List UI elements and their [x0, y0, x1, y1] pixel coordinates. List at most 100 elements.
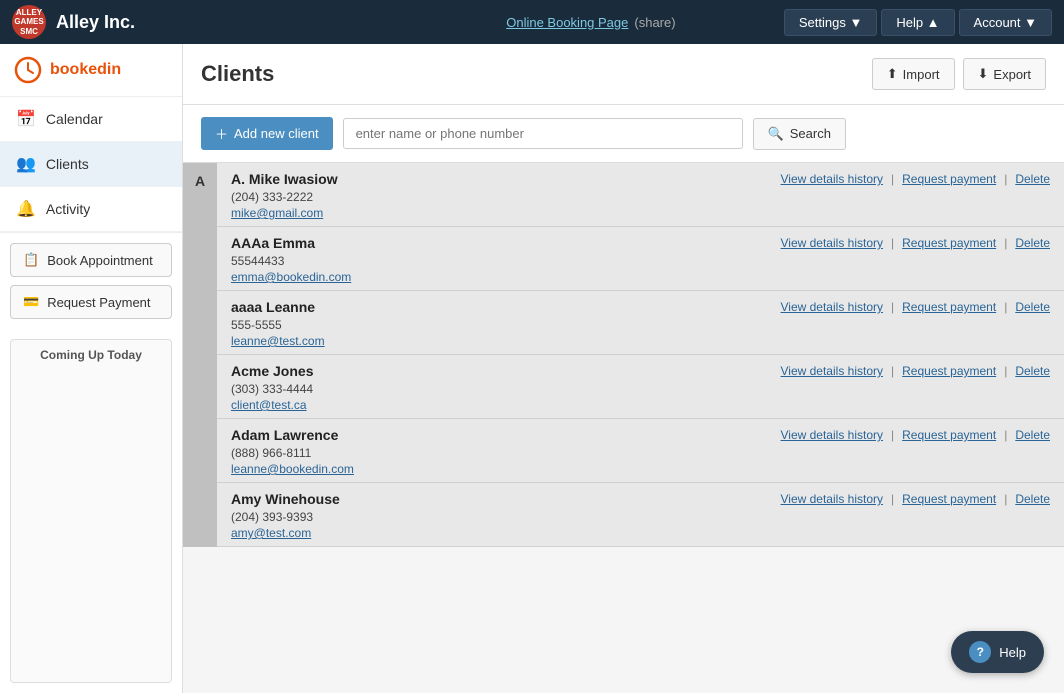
add-client-button[interactable]: ＋ Add new client [201, 117, 333, 150]
client-email[interactable]: emma@bookedin.com [231, 270, 1050, 284]
client-name: A. Mike Iwasiow [231, 171, 338, 187]
sidebar-item-clients[interactable]: 👥 Clients [0, 142, 182, 187]
delete-client-link[interactable]: Delete [1015, 300, 1050, 314]
separator: | [1004, 236, 1007, 250]
request-payment-link[interactable]: Request payment [902, 300, 996, 314]
sidebar-item-label-calendar: Calendar [46, 111, 103, 127]
table-row: A. Mike Iwasiow View details history | R… [217, 163, 1064, 227]
import-button[interactable]: ⬆ Import [872, 58, 955, 90]
main-layout: bookedin 📅 Calendar 👥 Clients 🔔 Activity… [0, 44, 1064, 693]
help-circle-icon: ? [969, 641, 991, 663]
separator: | [1004, 428, 1007, 442]
section-letter: A [183, 163, 217, 547]
search-label: Search [790, 126, 831, 141]
sidebar-nav: 📅 Calendar 👥 Clients 🔔 Activity [0, 97, 182, 232]
client-actions: View details history | Request payment |… [781, 364, 1051, 378]
delete-client-link[interactable]: Delete [1015, 364, 1050, 378]
client-actions: View details history | Request payment |… [781, 428, 1051, 442]
header-actions: ⬆ Import ⬇ Export [872, 58, 1046, 90]
export-icon: ⬇ [978, 66, 989, 82]
delete-client-link[interactable]: Delete [1015, 172, 1050, 186]
view-details-link[interactable]: View details history [781, 236, 884, 250]
account-button[interactable]: Account ▼ [959, 9, 1052, 36]
request-payment-link[interactable]: Request payment [902, 172, 996, 186]
search-bar: ＋ Add new client 🔍 Search [183, 105, 1064, 163]
help-button[interactable]: Help ▲ [881, 9, 954, 36]
client-actions: View details history | Request payment |… [781, 492, 1051, 506]
help-float-label: Help [999, 645, 1026, 660]
client-list: A A. Mike Iwasiow View details history |… [183, 163, 1064, 693]
table-row: Amy Winehouse View details history | Req… [217, 483, 1064, 547]
request-payment-button[interactable]: 💳 Request Payment [10, 285, 172, 319]
export-button[interactable]: ⬇ Export [963, 58, 1046, 90]
brand-text: bookedin [50, 61, 121, 79]
separator: | [891, 428, 894, 442]
client-row-header: Adam Lawrence View details history | Req… [231, 427, 1050, 443]
sidebar-brand: bookedin [0, 44, 182, 97]
activity-icon: 🔔 [16, 199, 36, 219]
request-payment-link[interactable]: Request payment [902, 428, 996, 442]
top-nav: ALLEY GAMES SMC Alley Inc. Online Bookin… [0, 0, 1064, 44]
separator: | [891, 364, 894, 378]
coming-up-title: Coming Up Today [19, 348, 163, 362]
delete-client-link[interactable]: Delete [1015, 492, 1050, 506]
nav-buttons: Settings ▼ Help ▲ Account ▼ [784, 9, 1052, 36]
import-icon: ⬆ [887, 66, 898, 82]
book-appointment-icon: 📋 [23, 252, 39, 268]
calendar-icon: 📅 [16, 109, 36, 129]
client-email[interactable]: client@test.ca [231, 398, 1050, 412]
sidebar-item-activity[interactable]: 🔔 Activity [0, 187, 182, 232]
help-float-button[interactable]: ? Help [951, 631, 1044, 673]
coming-up-today: Coming Up Today [10, 339, 172, 683]
client-phone: 55544433 [231, 254, 1050, 268]
request-payment-icon: 💳 [23, 294, 39, 310]
sidebar-action-btns: 📋 Book Appointment 💳 Request Payment [0, 232, 182, 329]
content-header: Clients ⬆ Import ⬇ Export [183, 44, 1064, 105]
client-email[interactable]: amy@test.com [231, 526, 1050, 540]
client-name: Adam Lawrence [231, 427, 338, 443]
client-phone: 555-5555 [231, 318, 1050, 332]
table-row: Adam Lawrence View details history | Req… [217, 419, 1064, 483]
request-payment-link[interactable]: Request payment [902, 364, 996, 378]
sidebar-item-label-activity: Activity [46, 201, 90, 217]
add-client-icon: ＋ [215, 124, 228, 143]
sidebar-item-calendar[interactable]: 📅 Calendar [0, 97, 182, 142]
separator: | [891, 300, 894, 314]
settings-button[interactable]: Settings ▼ [784, 9, 877, 36]
book-appointment-button[interactable]: 📋 Book Appointment [10, 243, 172, 277]
client-row-header: aaaa Leanne View details history | Reque… [231, 299, 1050, 315]
online-booking-link[interactable]: Online Booking Page [506, 15, 628, 30]
client-phone: (204) 333-2222 [231, 190, 1050, 204]
search-input[interactable] [343, 118, 743, 149]
client-row-header: AAAa Emma View details history | Request… [231, 235, 1050, 251]
request-payment-link[interactable]: Request payment [902, 492, 996, 506]
app-name: Alley Inc. [56, 12, 135, 33]
view-details-link[interactable]: View details history [781, 172, 884, 186]
client-email[interactable]: leanne@test.com [231, 334, 1050, 348]
table-row: Acme Jones View details history | Reques… [217, 355, 1064, 419]
view-details-link[interactable]: View details history [781, 364, 884, 378]
client-name: Acme Jones [231, 363, 313, 379]
content-area: Clients ⬆ Import ⬇ Export ＋ Add new clie… [183, 44, 1064, 693]
search-icon: 🔍 [768, 126, 784, 142]
nav-center: Online Booking Page (share) [398, 15, 784, 30]
sidebar: bookedin 📅 Calendar 👥 Clients 🔔 Activity… [0, 44, 183, 693]
client-actions: View details history | Request payment |… [781, 236, 1051, 250]
request-payment-link[interactable]: Request payment [902, 236, 996, 250]
search-button[interactable]: 🔍 Search [753, 118, 846, 150]
client-row-header: Amy Winehouse View details history | Req… [231, 491, 1050, 507]
client-name: aaaa Leanne [231, 299, 315, 315]
client-row-header: A. Mike Iwasiow View details history | R… [231, 171, 1050, 187]
view-details-link[interactable]: View details history [781, 428, 884, 442]
view-details-link[interactable]: View details history [781, 300, 884, 314]
client-actions: View details history | Request payment |… [781, 172, 1051, 186]
client-phone: (303) 333-4444 [231, 382, 1050, 396]
view-details-link[interactable]: View details history [781, 492, 884, 506]
client-email[interactable]: mike@gmail.com [231, 206, 1050, 220]
book-appointment-label: Book Appointment [47, 253, 153, 268]
client-phone: (888) 966-8111 [231, 446, 1050, 460]
client-phone: (204) 393-9393 [231, 510, 1050, 524]
delete-client-link[interactable]: Delete [1015, 236, 1050, 250]
client-email[interactable]: leanne@bookedin.com [231, 462, 1050, 476]
delete-client-link[interactable]: Delete [1015, 428, 1050, 442]
